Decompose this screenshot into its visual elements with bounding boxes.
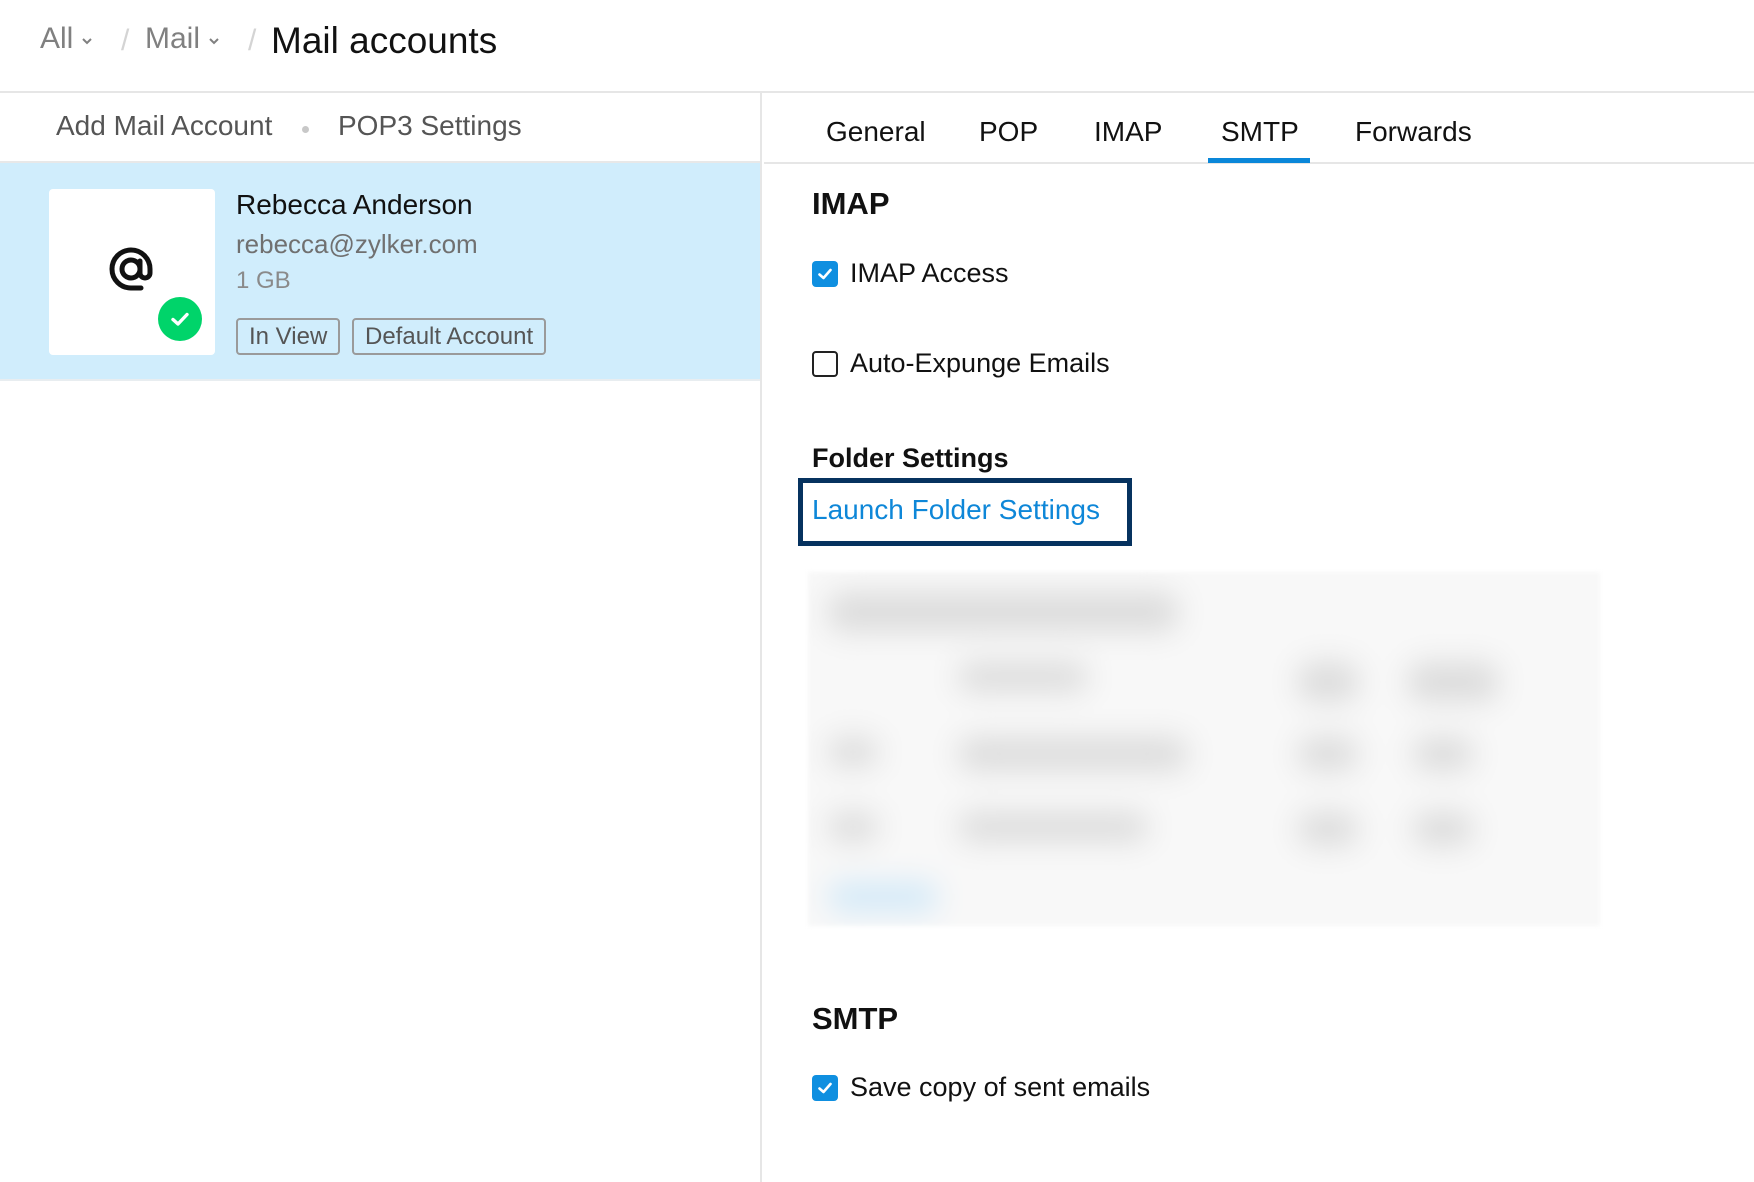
launch-folder-settings-link[interactable]: Launch Folder Settings [812,494,1100,526]
blurred-block [1298,662,1358,702]
accounts-actions-bar: Add Mail Account POP3 Settings [0,93,760,163]
blurred-block [958,737,1188,771]
at-sign-icon [109,247,153,291]
folder-settings-heading: Folder Settings [812,443,1009,473]
account-storage: 1 GB [236,267,291,294]
imap-access-label: IMAP Access [850,258,1009,288]
imap-heading: IMAP [812,186,890,221]
save-copy-option[interactable]: Save copy of sent emails [812,1072,1150,1103]
chevron-down-icon [209,38,219,45]
breadcrumb-mail[interactable]: Mail [145,22,220,56]
blurred-block [828,737,878,767]
blurred-block [828,812,878,842]
blurred-block [958,662,1088,692]
accounts-panel: Add Mail Account POP3 Settings Rebecca A… [0,93,762,1182]
blurred-block [958,812,1148,842]
imap-access-option[interactable]: IMAP Access [812,258,1009,289]
checkmark-icon [818,1082,832,1093]
tab-pop[interactable]: POP [979,116,1038,148]
account-email: rebecca@zylker.com [236,229,478,259]
breadcrumb-separator: / [248,24,257,57]
header-bar: All / Mail / Mail accounts [0,0,1754,93]
default-account-badge: Default Account [352,318,547,355]
tab-general[interactable]: General [826,116,926,148]
auto-expunge-label: Auto-Expunge Emails [850,348,1110,378]
blurred-block [1298,812,1358,846]
blurred-block [1408,662,1498,702]
save-copy-label: Save copy of sent emails [850,1072,1151,1102]
active-tab-indicator [1208,158,1310,163]
breadcrumb-separator: / [121,24,130,57]
breadcrumb-all-label: All [40,22,74,55]
settings-tabs: General POP IMAP SMTP Forwards [764,93,1754,164]
tab-imap[interactable]: IMAP [1094,116,1162,148]
account-avatar [49,189,215,355]
in-view-badge: In View [236,318,341,355]
breadcrumb-mail-label: Mail [145,22,201,55]
auto-expunge-checkbox[interactable] [812,350,838,377]
blurred-block [1298,737,1358,771]
checkmark-icon [818,268,832,279]
blurred-block [828,592,1178,632]
chevron-down-icon [82,38,93,45]
blurred-folder-table [808,572,1600,926]
account-list-item[interactable]: Rebecca Anderson rebecca@zylker.com 1 GB… [0,163,760,381]
add-mail-account-link[interactable]: Add Mail Account [56,110,272,142]
blurred-block [828,882,938,912]
breadcrumb-all[interactable]: All [40,22,93,56]
separator-dot [302,126,309,133]
auto-expunge-option[interactable]: Auto-Expunge Emails [812,348,1110,379]
account-name: Rebecca Anderson [236,189,473,220]
imap-access-checkbox[interactable] [812,260,838,287]
pop3-settings-link[interactable]: POP3 Settings [338,110,522,142]
page-title: Mail accounts [271,20,498,61]
tab-forwards[interactable]: Forwards [1355,116,1472,148]
blurred-block [1413,812,1473,846]
tab-smtp[interactable]: SMTP [1221,116,1299,148]
blurred-block [1413,737,1473,771]
verified-check-icon [158,297,202,341]
save-copy-checkbox[interactable] [812,1074,838,1101]
smtp-heading: SMTP [812,1001,899,1036]
